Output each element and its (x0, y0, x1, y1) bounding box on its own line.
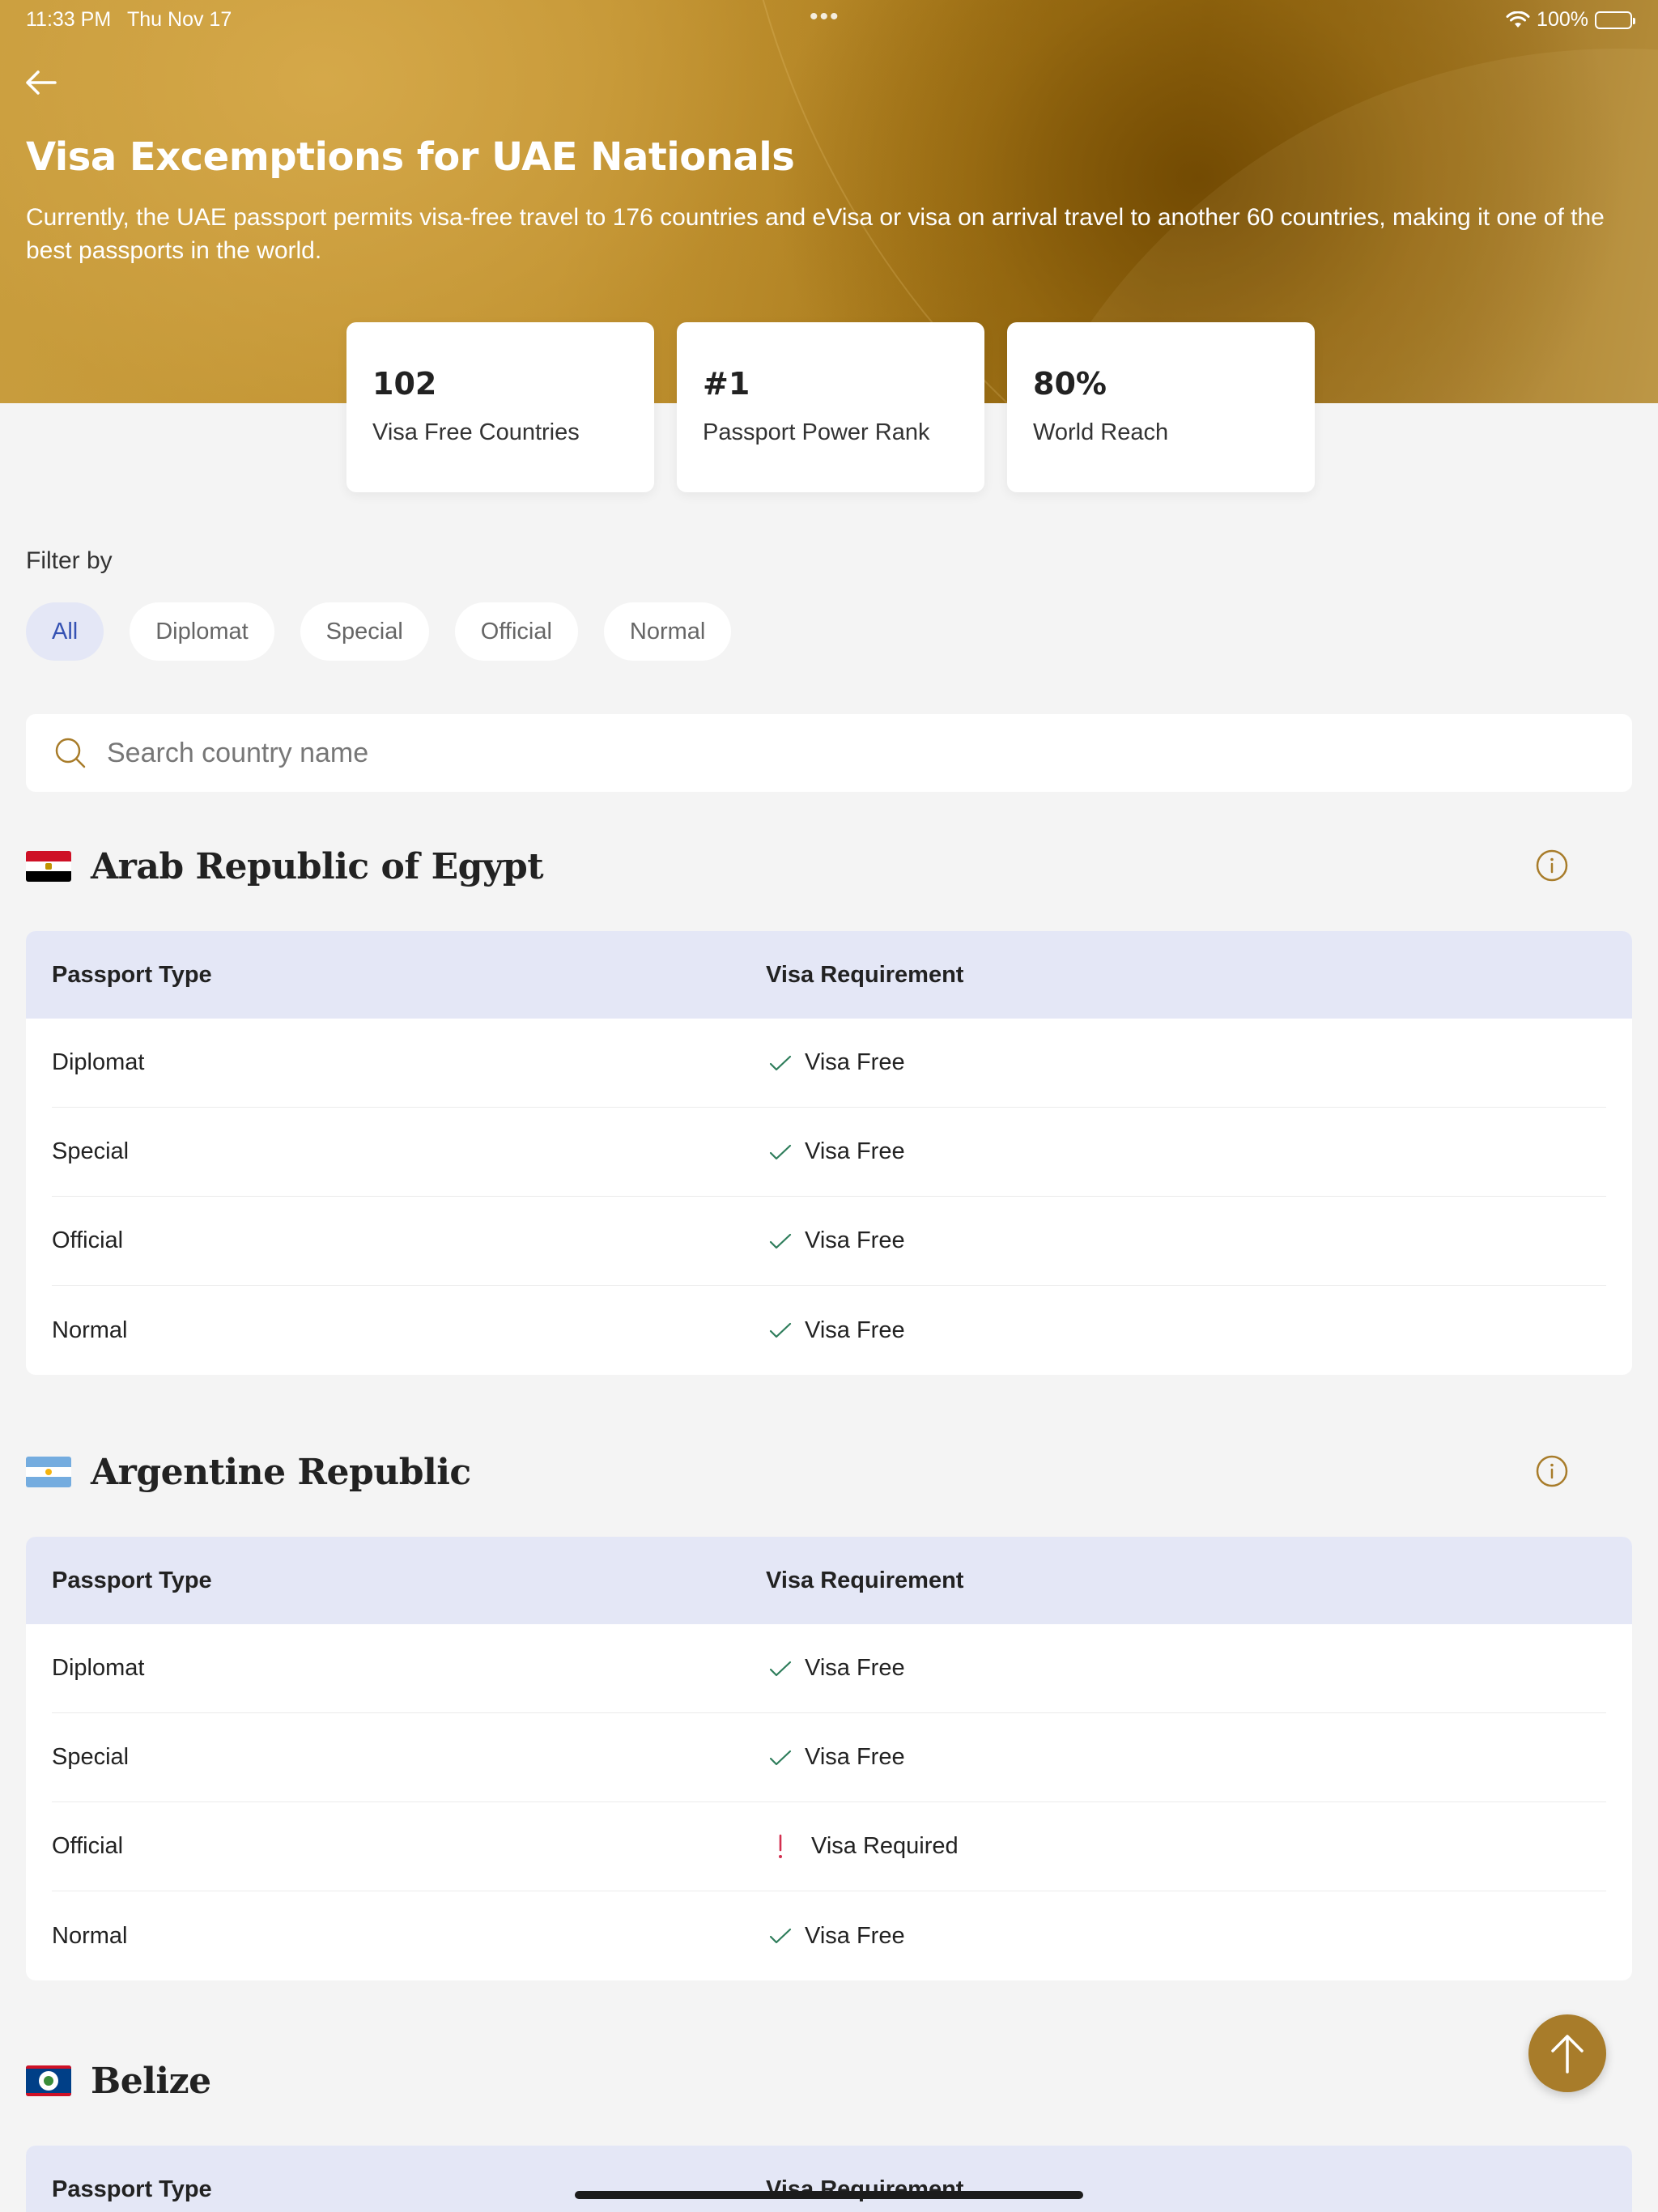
wifi-icon (1506, 11, 1530, 28)
filter-chip-diplomat[interactable]: Diplomat (130, 602, 274, 661)
table-header: Passport Type Visa Requirement (26, 1537, 1632, 1624)
visa-table: Passport Type Visa Requirement (26, 2146, 1632, 2212)
table-row: Official Visa Required (52, 1802, 1606, 1891)
table-row: Official Visa Free (52, 1197, 1606, 1286)
visa-requirement-text: Visa Free (805, 1138, 905, 1164)
column-header-visa-requirement: Visa Requirement (766, 961, 964, 988)
visa-requirement-cell: Visa Free (766, 1138, 905, 1167)
visa-requirement-text: Visa Free (805, 1049, 905, 1075)
visa-requirement-text: Visa Required (811, 1833, 959, 1859)
passport-type-cell: Official (52, 1227, 124, 1253)
arrow-up-icon (1551, 2035, 1584, 2074)
table-row: Normal Visa Free (52, 1891, 1606, 1980)
visa-requirement-text: Visa Free (805, 1317, 905, 1343)
battery-percent: 100% (1537, 8, 1588, 31)
visa-table: Passport Type Visa Requirement Diplomat … (26, 931, 1632, 1375)
search-box[interactable] (26, 714, 1632, 792)
visa-requirement-text: Visa Free (805, 1744, 905, 1770)
scroll-to-top-button[interactable] (1528, 2014, 1606, 2092)
check-icon (769, 1928, 792, 1944)
multitasking-dots-icon[interactable]: ••• (810, 3, 840, 31)
filter-label: Filter by (26, 547, 113, 574)
info-icon[interactable] (1535, 1454, 1569, 1488)
visa-requirement-cell: Visa Free (766, 1654, 905, 1683)
filter-chip-normal[interactable]: Normal (603, 602, 732, 661)
stat-value: 80% (1033, 366, 1107, 402)
filter-chip-official[interactable]: Official (454, 602, 578, 661)
column-header-visa-requirement: Visa Requirement (766, 1567, 964, 1593)
passport-type-cell: Normal (52, 1317, 128, 1343)
visa-requirement-text: Visa Free (805, 1922, 905, 1949)
passport-type-cell: Special (52, 1744, 130, 1770)
table-header: Passport Type Visa Requirement (26, 931, 1632, 1019)
status-date: Thu Nov 17 (127, 8, 232, 31)
passport-type-cell: Diplomat (52, 1049, 145, 1075)
belize-flag-icon (26, 2065, 71, 2096)
table-row: Special Visa Free (52, 1713, 1606, 1802)
filter-chip-special[interactable]: Special (300, 602, 429, 661)
visa-requirement-cell: Visa Free (766, 1316, 905, 1345)
home-indicator[interactable] (575, 2191, 1083, 2199)
table-row: Special Visa Free (52, 1108, 1606, 1197)
country-header: Belize (26, 2048, 1632, 2113)
check-icon (769, 1055, 792, 1070)
stats-row: 102 Visa Free Countries #1 Passport Powe… (346, 322, 1315, 492)
status-time: 11:33 PM (26, 8, 112, 31)
country-section-argentina: Argentine Republic Passport Type Visa Re… (26, 1440, 1632, 1980)
battery-icon (1595, 11, 1635, 29)
check-icon (769, 1661, 792, 1676)
argentina-flag-icon (26, 1457, 71, 1487)
visa-requirement-cell: Visa Free (766, 1743, 905, 1772)
check-icon (769, 1750, 792, 1765)
status-bar: 11:33 PM Thu Nov 17 ••• 100% (26, 3, 1635, 32)
table-row: Normal Visa Free (52, 1286, 1606, 1375)
check-icon (769, 1144, 792, 1159)
stat-card-world-reach: 80% World Reach (1007, 322, 1315, 492)
table-row: Diplomat Visa Free (52, 1624, 1606, 1713)
check-icon (769, 1322, 792, 1338)
visa-requirement-cell: Visa Free (766, 1921, 905, 1950)
stat-card-visa-free: 102 Visa Free Countries (346, 322, 654, 492)
passport-type-cell: Official (52, 1833, 124, 1859)
check-icon (769, 1233, 792, 1249)
column-header-passport-type: Passport Type (52, 961, 212, 988)
passport-type-cell: Special (52, 1138, 130, 1164)
passport-type-cell: Normal (52, 1922, 128, 1949)
stat-value: #1 (703, 366, 750, 402)
status-right: 100% (1506, 8, 1635, 32)
country-header: Argentine Republic (26, 1440, 1632, 1504)
country-header: Arab Republic of Egypt (26, 834, 1632, 899)
stat-value: 102 (372, 366, 437, 402)
info-icon[interactable] (1535, 849, 1569, 883)
country-name: Argentine Republic (91, 1451, 471, 1493)
exclamation-icon (779, 1834, 782, 1858)
stat-label: Visa Free Countries (372, 419, 580, 445)
column-header-passport-type: Passport Type (52, 1567, 212, 1593)
country-section-belize: Belize Passport Type Visa Requirement (26, 2048, 1632, 2212)
visa-requirement-cell: Visa Required (766, 1832, 959, 1861)
egypt-flag-icon (26, 851, 71, 882)
passport-type-cell: Diplomat (52, 1655, 145, 1681)
visa-requirement-text: Visa Free (805, 1227, 905, 1253)
filter-chip-all[interactable]: All (26, 602, 104, 661)
stat-label: Passport Power Rank (703, 419, 930, 445)
stat-label: World Reach (1033, 419, 1169, 445)
page-description: Currently, the UAE passport permits visa… (26, 204, 1605, 264)
country-name: Belize (91, 2060, 211, 2102)
search-input[interactable] (107, 737, 1564, 769)
back-arrow-icon[interactable] (23, 66, 58, 99)
visa-requirement-text: Visa Free (805, 1655, 905, 1681)
page-title: Visa Excemptions for UAE Nationals (26, 134, 795, 180)
column-header-passport-type: Passport Type (52, 2176, 212, 2202)
table-header: Passport Type Visa Requirement (26, 2146, 1632, 2212)
visa-requirement-cell: Visa Free (766, 1227, 905, 1256)
stat-card-power-rank: #1 Passport Power Rank (677, 322, 984, 492)
country-name: Arab Republic of Egypt (91, 845, 544, 887)
country-section-egypt: Arab Republic of Egypt Passport Type Vis… (26, 834, 1632, 1375)
visa-requirement-cell: Visa Free (766, 1049, 905, 1078)
table-row: Diplomat Visa Free (52, 1019, 1606, 1108)
visa-table: Passport Type Visa Requirement Diplomat … (26, 1537, 1632, 1980)
search-icon (55, 738, 86, 768)
filter-chips: All Diplomat Special Official Normal (26, 602, 732, 661)
